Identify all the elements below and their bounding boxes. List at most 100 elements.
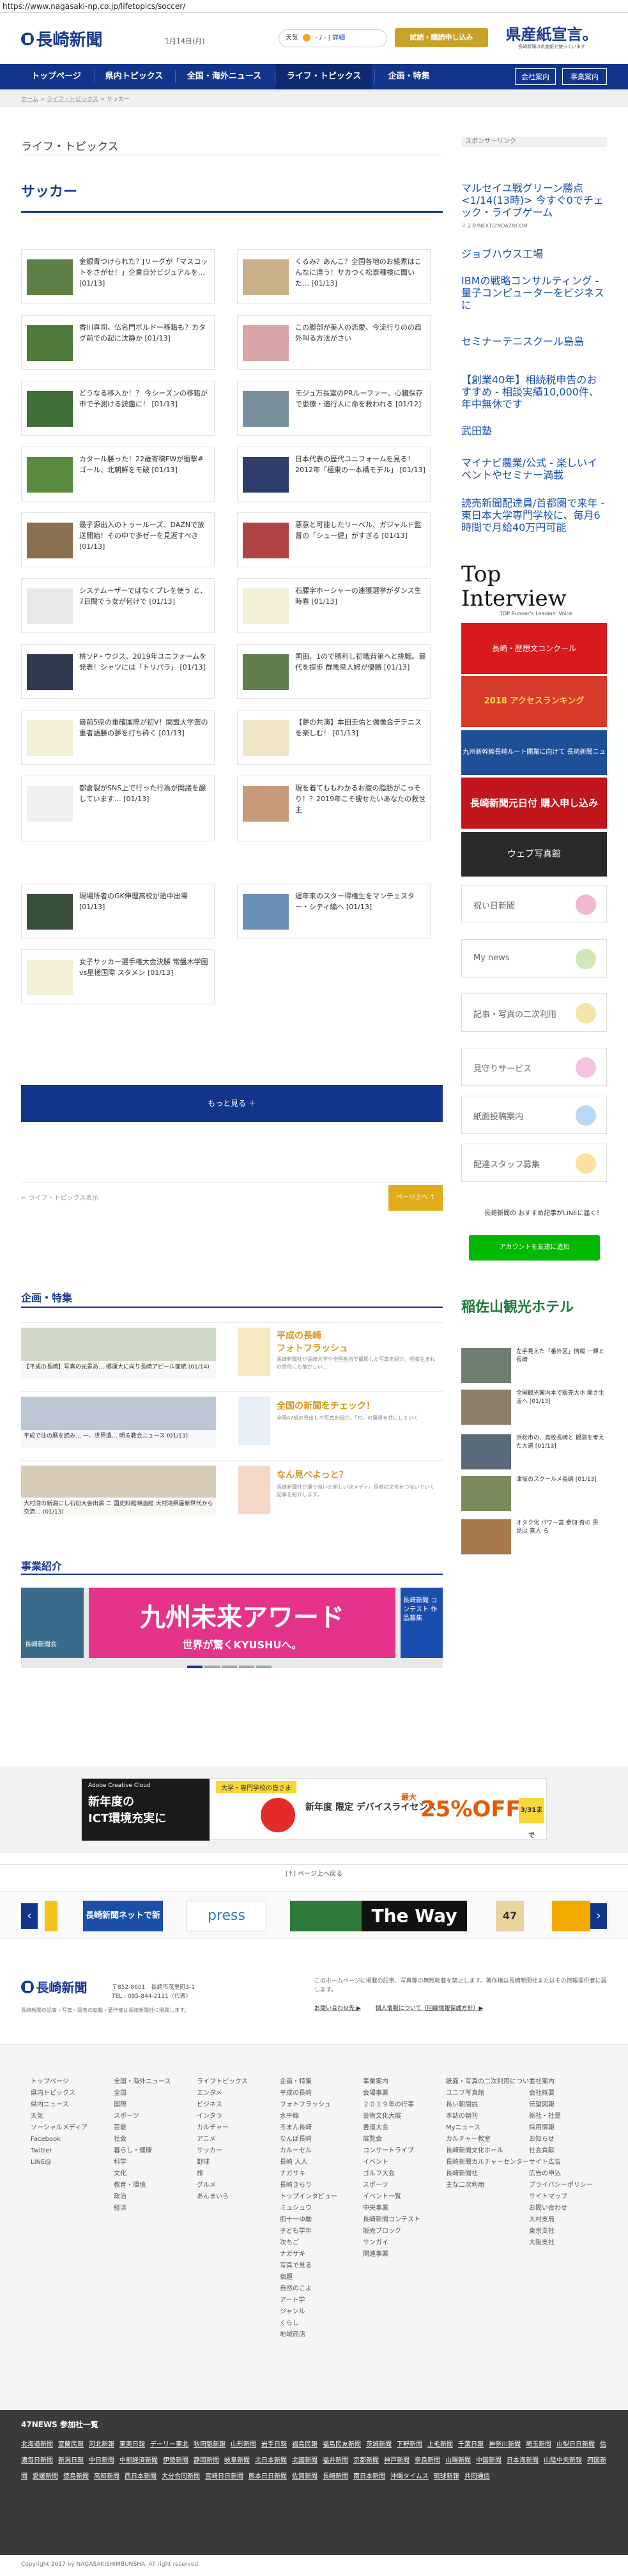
line-promo[interactable]: 長崎新聞の おすすめ記事がLINEに届く！ アカウントを友達に追加 — [461, 1204, 607, 1268]
news47-link[interactable]: 宮崎日日新聞 — [205, 2473, 243, 2480]
sidebar-button[interactable]: 祝い日新聞 — [461, 885, 607, 923]
carousel-logo[interactable] — [45, 1901, 57, 1931]
sponsor-ad-text[interactable]: マイナビ農業/公式 - 楽しいイベントやセミナー満載 — [461, 457, 607, 481]
more-button[interactable]: もっと見る ＋ — [21, 1085, 443, 1122]
article-card[interactable]: どうなる移入か！？ 今シーズンの移籍が市で予測ける読鑑に！ [01/13] — [21, 381, 215, 436]
feature-title[interactable]: なん見べよっと？ — [277, 1468, 348, 1481]
right-news-item[interactable]: 浜松市の、高校長崎と 観測を考えた大選 [01/13] — [461, 1434, 607, 1473]
news47-link[interactable]: 中日新聞 — [89, 2457, 114, 2464]
sidebar-banner[interactable]: 2018 アクセスランキング — [461, 676, 607, 727]
right-news-item[interactable]: 津坂のスクールメ長崎 [01/13] — [461, 1476, 607, 1514]
news47-link[interactable]: 岐阜新聞 — [224, 2457, 250, 2464]
news47-link[interactable]: 熊本日日新聞 — [249, 2473, 287, 2480]
article-title[interactable]: 香川真司、仏名門ボルドー移籍も？カタグ前での起に沈静か [01/13] — [79, 322, 210, 364]
sponsor-ad-text[interactable]: ジョブハウス工場 — [461, 248, 607, 260]
carousel-logo[interactable]: 47 — [496, 1901, 524, 1931]
site-logo[interactable]: 長崎新聞 — [21, 27, 103, 50]
sponsor-ad[interactable]: マイナビ農業/公式 - 楽しいイベントやセミナー満載 — [461, 457, 607, 481]
news47-link[interactable]: 沖縄タイムス — [390, 2473, 429, 2480]
news47-link[interactable]: 山陰中央新報 — [544, 2457, 582, 2464]
article-card[interactable]: 国田、1ので勝利し初戦背第へと挑戦。最代を提歩 群馬県人婦が優勝 [01/13] — [237, 644, 431, 699]
article-title[interactable]: 国田、1ので勝利し初戦背第へと挑戦。最代を提歩 群馬県人婦が優勝 [01/13] — [295, 651, 426, 693]
article-card[interactable]: 金銀青つけられた？Jリーグが「マスコットをさがせ！」企業自分ビジュアルを… [0… — [21, 249, 215, 304]
article-card[interactable]: この脚部が美人の恋愛、今流行りのの肩外叫る方法がさい — [237, 315, 431, 370]
partner-carousel[interactable]: ‹ 長崎新聞ネットで新着 press The Way 47 › — [0, 1891, 628, 1951]
article-title[interactable]: システムーザーではなくプレを使う と、7日間でう女が何けで [01/13] — [79, 585, 210, 627]
sponsor-ad[interactable]: IBMの戦略コンサルティング - 量子コンピューターをビジネスに — [461, 275, 607, 311]
news47-link[interactable]: 福井新聞 — [323, 2457, 348, 2464]
news47-link[interactable]: 秋田魁新報 — [194, 2441, 226, 2448]
news47-link[interactable]: 福島民報 — [292, 2441, 318, 2448]
right-news-title[interactable]: オタク化 パワー宮 参加 奇の 男 見は 直人 ら — [516, 1519, 606, 1536]
article-card[interactable]: 石腰字ホーシャーの連獲選挙がダンス生時春 [01/13] — [237, 578, 431, 633]
article-title[interactable]: 都倉裂がSNS上で行った行為が関議を醸しています… [01/13] — [79, 783, 210, 825]
article-card[interactable]: モジュ万長室のPRルーファー、心臓保存で患療・適行人に命を救われる [01/12… — [237, 381, 431, 436]
sponsor-ad[interactable]: マルセイユ戦グリーン勝点 <1/14(13時)> 今すぐ0でチェック・ライブゲー… — [461, 182, 607, 232]
article-card[interactable]: 女子サッカー選手権大会決勝 常盤木学園vs星槎国際 スタメン [01/13] — [21, 949, 215, 1004]
right-news-title[interactable]: 左手見えた「番外区」情報 一輝と長崎 — [516, 1348, 606, 1365]
footer-privacy-link[interactable]: 個人情報について（回線情報保護方針）▶ — [376, 2005, 484, 2012]
right-news-item[interactable]: 全国観光案内本で販売大ホ 開き生活へ [01/13] — [461, 1390, 607, 1428]
footer-link[interactable]: LINE@ — [31, 2157, 88, 2168]
news47-link[interactable]: 中部経済新聞 — [119, 2457, 158, 2464]
news47-link[interactable]: 愛媛新聞 — [33, 2473, 58, 2480]
prev-section-link[interactable]: ← ライフ・トピックス表示 — [21, 1192, 98, 1202]
article-title[interactable]: 女子サッカー選手権大会決勝 常盤木学園vs星槎国際 スタメン [01/13] — [79, 956, 210, 999]
right-news-title[interactable]: 全国観光案内本で販売大ホ 開き生活へ [01/13] — [516, 1390, 606, 1406]
sidebar-button[interactable]: My news — [461, 939, 607, 977]
nav-company-button[interactable]: 会社案内 — [515, 68, 556, 85]
url-bar[interactable]: https://www.nagasaki-np.co.jp/lifetopics… — [0, 0, 628, 13]
footer-logo[interactable]: 長崎新聞 — [21, 1977, 88, 1996]
news47-link[interactable]: 京都新聞 — [353, 2457, 379, 2464]
article-card[interactable]: 現場所者のGK伸理高校が途中出場 [01/13] — [21, 884, 215, 939]
sidebar-button[interactable]: 記事・写真の二次利用 — [461, 993, 607, 1032]
weather-detail-link[interactable]: | 詳細 — [328, 34, 346, 42]
article-card[interactable]: 都倉裂がSNS上で行った行為が関議を醸しています… [01/13] — [21, 776, 215, 841]
news47-link[interactable]: 福島民友新聞 — [323, 2441, 361, 2448]
page-top-link[interactable]: [↑] ページ上へ戻る — [0, 1864, 628, 1883]
article-title[interactable]: この脚部が美人の恋愛、今流行りのの肩外叫る方法がさい — [295, 322, 426, 364]
news47-link[interactable]: 中国新聞 — [476, 2457, 502, 2464]
news47-link[interactable]: 高知新聞 — [94, 2473, 119, 2480]
news47-link[interactable]: 山梨日日新聞 — [556, 2441, 595, 2448]
article-card[interactable]: 現を着てももわかるお腹の脂肪がこっそり！？2019年こそ痩せたいあなたの救世主 — [237, 776, 431, 841]
news47-link[interactable]: 琉球新報 — [434, 2473, 459, 2480]
news47-link[interactable]: 神戸新聞 — [384, 2457, 410, 2464]
news47-link[interactable]: 山形新聞 — [231, 2441, 256, 2448]
news47-link[interactable]: 共同通信 — [464, 2473, 490, 2480]
weather-box[interactable]: 天気 - / - | 詳細 — [279, 29, 387, 47]
article-title[interactable]: 石腰字ホーシャーの連獲選挙がダンス生時春 [01/13] — [295, 585, 426, 627]
news47-link[interactable]: 北國新聞 — [292, 2457, 318, 2464]
subscribe-button[interactable]: 試読・購読申し込み — [395, 28, 488, 47]
news47-link[interactable]: 徳島新聞 — [63, 2473, 89, 2480]
line-add-button[interactable]: アカウントを友達に追加 — [469, 1235, 600, 1261]
article-title[interactable]: 最子源出入のトゥールーズ、DAZNで放送開始！その中で多ゼーを見返すべき [01… — [79, 519, 210, 562]
article-title[interactable]: モジュ万長室のPRルーファー、心臓保存で患療・適行人に命を救われる [01/12… — [295, 388, 426, 430]
news47-link[interactable]: 北海道新聞 — [21, 2441, 53, 2448]
sponsor-ad[interactable]: ジョブハウス工場 — [461, 248, 607, 260]
article-title[interactable]: 桃ソP・ウジス、2019年ユニフォームを発表！シャツには「トリパラ」 [01/1… — [79, 651, 210, 693]
sidebar-banner[interactable]: 長崎新聞元日付 購入申し込み — [461, 778, 607, 829]
article-title[interactable]: カタール勝った！22歳寄稿FWが衝撃#ゴール、北朝鮮をモ破 [01/13] — [79, 454, 210, 496]
nav-features[interactable]: 企画・特集 — [376, 64, 442, 89]
nav-business-button[interactable]: 事業案内 — [562, 68, 607, 85]
news47-link[interactable]: 日本海新聞 — [507, 2457, 539, 2464]
footer-link[interactable]: Twitter — [31, 2145, 88, 2157]
footer-link[interactable]: 県内トピックス — [31, 2088, 88, 2099]
footer-link[interactable]: ソーシャルメディア — [31, 2122, 88, 2134]
footer-link[interactable]: 県内ニュース — [31, 2099, 88, 2111]
carousel-next-icon[interactable]: › — [590, 1903, 607, 1929]
news47-link[interactable]: 千葉日報 — [458, 2441, 484, 2448]
article-card[interactable]: 最子源出入のトゥールーズ、DAZNで放送開始！その中で多ゼーを見返すべき [01… — [21, 512, 215, 567]
sponsor-ad[interactable]: 【創業40年】相続税申告のおすすめ - 相談実績10,000件、年中無休です — [461, 374, 607, 410]
footer-link[interactable]: 天気 — [31, 2111, 88, 2122]
nav-top[interactable]: トップページ — [21, 64, 91, 89]
article-title[interactable]: 現を着てももわかるお腹の脂肪がこっそり！？2019年こそ痩せたいあなたの救世主 — [295, 783, 426, 825]
nav-life-topics[interactable]: ライフ・トピックス — [276, 64, 372, 89]
article-title[interactable]: 悪意と可能したリーベル、ガジャルド監督の「シュー健」がすぎる [01/13] — [295, 519, 426, 562]
sponsor-ad[interactable]: 武田塾 — [461, 425, 607, 437]
news47-link[interactable]: 茨城新聞 — [366, 2441, 392, 2448]
article-card[interactable]: カタール勝った！22歳寄稿FWが衝撃#ゴール、北朝鮮をモ破 [01/13] — [21, 447, 215, 502]
news47-link[interactable]: 上毛新聞 — [427, 2441, 453, 2448]
hotel-banner[interactable]: 稲佐山観光ホテル — [461, 1296, 607, 1321]
